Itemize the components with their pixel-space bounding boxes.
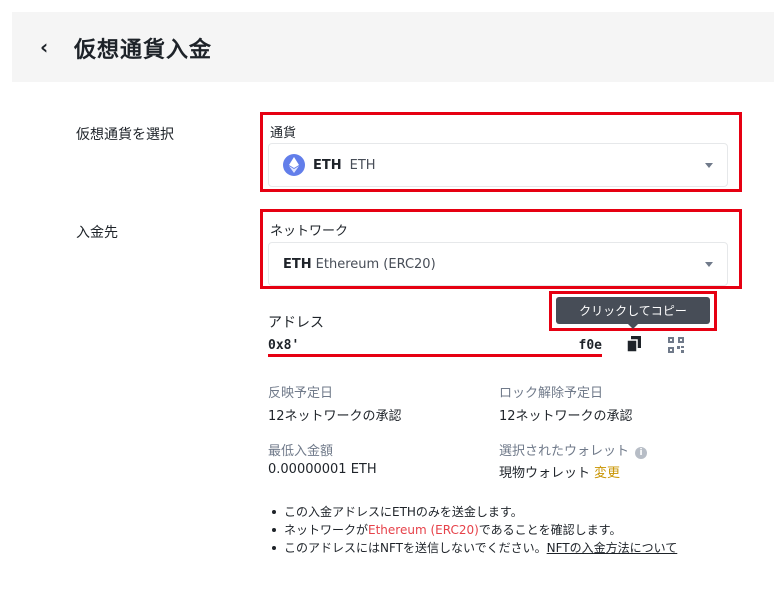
address-label: アドレス [268,315,324,331]
page-header: ‹ 仮想通貨入金 [12,12,774,82]
info-icon[interactable]: i [635,447,648,459]
note-text: この入金アドレスにETHのみを送金します。 [284,505,523,519]
note-item: ネットワークがEthereum (ERC20)であることを確認します。 [268,521,677,539]
ethereum-icon [283,154,305,176]
address-value[interactable]: 0x8' f0e [268,338,602,353]
unlock-value: 12ネットワークの承認 [499,409,633,424]
network-highlight-text: Ethereum (ERC20) [368,523,479,537]
address-underline [268,354,602,357]
change-wallet-link[interactable]: 変更 [594,466,620,481]
page-title: 仮想通貨入金 [74,38,213,63]
currency-name: ETH [349,157,376,173]
wallet-value-wrap: 現物ウォレット 変更 [499,462,620,481]
nft-deposit-link[interactable]: NFTの入金方法について [547,541,678,555]
wallet-label-wrap: 選択されたウォレット i [499,440,648,459]
network-field-label: ネットワーク [270,224,349,239]
tooltip-tail [628,324,638,329]
copy-icon[interactable] [626,336,641,353]
caret-down-icon [705,163,713,168]
note-text: このアドレスにはNFTを送信しないでください。 [284,541,547,555]
copy-tooltip: クリックしてコピー [556,297,710,324]
qr-code-icon[interactable] [668,337,684,353]
currency-symbol: ETH [313,157,342,173]
network-symbol: ETH [283,256,312,272]
arrival-value: 12ネットワークの承認 [268,409,402,424]
address-end: f0e [578,338,602,353]
select-crypto-label: 仮想通貨を選択 [76,127,174,143]
wallet-value: 現物ウォレット [499,466,591,481]
min-deposit-label: 最低入金額 [268,444,334,459]
chevron-left-icon[interactable]: ‹ [40,36,56,58]
deposit-to-label: 入金先 [76,225,118,241]
wallet-label: 選択されたウォレット [499,444,630,459]
note-text: であることを確認します。 [478,523,622,537]
min-deposit-value: 0.00000001 ETH [268,462,377,477]
note-text: ネットワークが [284,523,369,537]
currency-select[interactable]: ETH ETH [268,143,728,187]
unlock-label: ロック解除予定日 [499,386,604,401]
network-select[interactable]: ETH Ethereum (ERC20) [268,242,728,286]
note-item: この入金アドレスにETHのみを送金します。 [268,503,677,521]
note-item: このアドレスにはNFTを送信しないでください。NFTの入金方法について [268,539,677,557]
arrival-label: 反映予定日 [268,386,334,401]
notes-list: この入金アドレスにETHのみを送金します。 ネットワークがEthereum (E… [268,503,677,557]
currency-field-label: 通貨 [270,126,297,141]
address-start: 0x8' [268,338,300,353]
network-name: Ethereum (ERC20) [315,256,436,272]
caret-down-icon [705,262,713,267]
